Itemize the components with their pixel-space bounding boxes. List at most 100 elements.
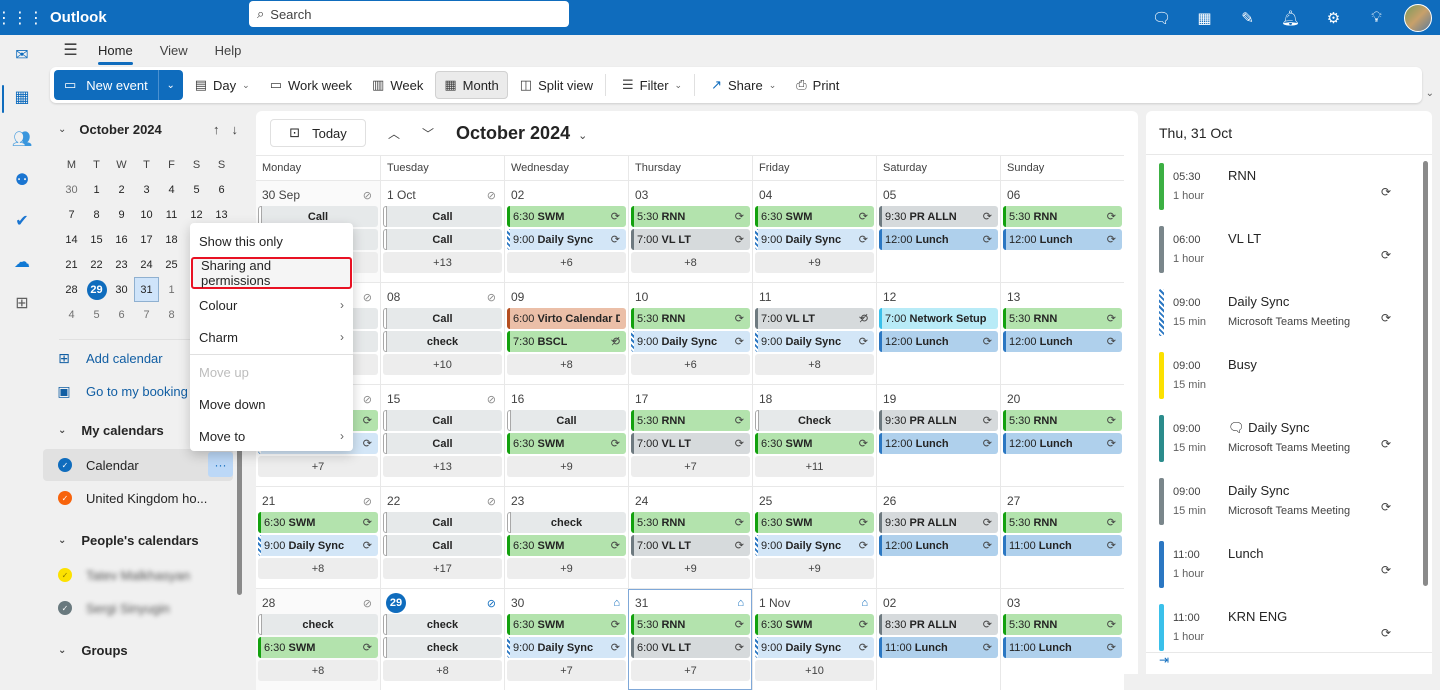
tab-help[interactable]: Help — [215, 39, 242, 62]
mini-calendar-day[interactable]: 23 — [109, 252, 134, 277]
more-events-button[interactable]: +11 — [755, 456, 874, 477]
agenda-item[interactable]: 06:00 1 hour VL LT ⟳ — [1159, 226, 1399, 273]
event-chip[interactable]: 6:30 SWM ⟳ — [755, 614, 874, 635]
my-calendars-group[interactable]: ⌄ My calendars — [58, 423, 164, 438]
event-chip[interactable]: 5:30 RNN ⟳ — [631, 206, 750, 227]
event-chip[interactable]: 6:30 SWM ⟳ — [755, 512, 874, 533]
mini-calendar-day[interactable]: 2 — [109, 177, 134, 202]
more-events-button[interactable]: +13 — [383, 252, 502, 273]
collapse-pane-icon[interactable]: ⇥ — [1159, 653, 1169, 667]
mini-calendar-day[interactable]: 31 — [134, 277, 159, 302]
mini-calendar-day[interactable]: 29 — [84, 277, 109, 302]
event-chip[interactable]: 12:00 Lunch ⟳ — [1003, 331, 1122, 352]
event-chip[interactable]: 5:30 RNN ⟳ — [1003, 206, 1122, 227]
calendar-item-calendar[interactable]: ✓ Calendar ··· — [43, 449, 233, 481]
agenda-scrollbar[interactable] — [1423, 161, 1428, 586]
event-chip[interactable]: Call — [383, 512, 502, 533]
event-chip[interactable]: 6:30 SWM ⟳ — [258, 512, 378, 533]
chevron-down-icon[interactable]: ⌄ — [58, 124, 66, 135]
more-events-button[interactable]: +6 — [507, 252, 626, 273]
event-chip[interactable]: 7:00 VL LT ⟲̸ — [755, 308, 874, 329]
event-chip[interactable]: 9:30 PR ALLN ⟳ — [879, 206, 998, 227]
mini-calendar-day[interactable]: 8 — [159, 302, 184, 327]
more-events-button[interactable]: +8 — [507, 354, 626, 375]
event-chip[interactable]: 12:00 Lunch ⟳ — [879, 331, 998, 352]
event-chip[interactable]: 9:00 Daily Sync ⟳ — [755, 229, 874, 250]
day-cell[interactable]: 02 8:30 PR ALLN ⟳ 11:00 Lunch ⟳ — [876, 589, 1000, 690]
event-chip[interactable]: 5:30 RNN ⟳ — [631, 614, 750, 635]
event-chip[interactable]: 7:30 BSCL ⟲̸ — [507, 331, 626, 352]
bookings-link[interactable]: ▣ Go to my booking — [56, 383, 188, 400]
event-chip[interactable]: 11:00 Lunch ⟳ — [1003, 535, 1122, 556]
onenote-icon[interactable]: ▦ — [1183, 0, 1226, 35]
event-chip[interactable]: 5:30 RNN ⟳ — [631, 410, 750, 431]
calendar-item-person[interactable]: ✓ Tatev Malkhasyan — [43, 559, 233, 591]
calendar-icon[interactable]: ▦ — [8, 83, 36, 111]
event-chip[interactable]: check — [383, 614, 502, 635]
calendar-item-person[interactable]: ✓ Sergi Sinyugin — [43, 592, 233, 624]
checkbox-checked-icon[interactable]: ✓ — [58, 491, 72, 505]
mini-calendar-day[interactable]: 15 — [84, 227, 109, 252]
event-chip[interactable]: Call — [383, 535, 502, 556]
mini-calendar-day[interactable]: 7 — [59, 202, 84, 227]
mini-calendar-day[interactable]: 18 — [159, 227, 184, 252]
event-chip[interactable]: check — [258, 614, 378, 635]
checkbox-checked-icon[interactable]: ✓ — [58, 601, 72, 615]
my-day-icon[interactable]: ✎ — [1226, 0, 1269, 35]
teams-chat-icon[interactable]: 🗨 — [1140, 0, 1183, 35]
day-cell[interactable]: 03 5:30 RNN ⟳ 7:00 VL LT ⟳ +8 — [628, 181, 752, 282]
event-chip[interactable]: 8:30 PR ALLN ⟳ — [879, 614, 998, 635]
event-chip[interactable]: Check — [755, 410, 874, 431]
mini-calendar-day[interactable]: 21 — [59, 252, 84, 277]
day-cell[interactable]: 08 ⊘ Call check +10 — [380, 283, 504, 384]
checkbox-checked-icon[interactable]: ✓ — [58, 458, 72, 472]
menu-item-charm[interactable]: Charm › — [191, 321, 352, 353]
groups-icon[interactable]: ⚉ — [8, 166, 36, 194]
agenda-item[interactable]: 05:30 1 hour RNN ⟳ — [1159, 163, 1399, 210]
more-events-button[interactable]: +8 — [755, 354, 874, 375]
day-cell[interactable]: 21 ⊘ 6:30 SWM ⟳ 9:00 Daily Sync ⟳ +8 — [256, 487, 380, 588]
more-events-button[interactable]: +7 — [631, 660, 750, 681]
day-cell[interactable]: 06 5:30 RNN ⟳ 12:00 Lunch ⟳ — [1000, 181, 1124, 282]
more-events-button[interactable]: +9 — [631, 558, 750, 579]
mini-calendar-day[interactable]: 17 — [134, 227, 159, 252]
hamburger-icon[interactable]: ☰ — [43, 40, 98, 60]
menu-item-sharing-and-permissions[interactable]: Sharing and permissions — [191, 257, 352, 289]
more-events-button[interactable]: +7 — [507, 660, 626, 681]
day-cell[interactable]: 26 9:30 PR ALLN ⟳ 12:00 Lunch ⟳ — [876, 487, 1000, 588]
month-button[interactable]: ▦ Month — [435, 71, 508, 99]
arrow-down-icon[interactable]: ↓ — [232, 122, 239, 137]
more-events-button[interactable]: +8 — [258, 660, 378, 681]
more-events-button[interactable]: +13 — [383, 456, 502, 477]
mini-calendar-day[interactable]: 28 — [59, 277, 84, 302]
day-cell[interactable]: 02 6:30 SWM ⟳ 9:00 Daily Sync ⟳ +6 — [504, 181, 628, 282]
day-cell[interactable]: 25 6:30 SWM ⟳ 9:00 Daily Sync ⟳ +9 — [752, 487, 876, 588]
day-cell[interactable]: 29 ⊘ check check +8 — [380, 589, 504, 690]
day-cell[interactable]: 15 ⊘ Call Call +13 — [380, 385, 504, 486]
mini-calendar-day[interactable]: 1 — [84, 177, 109, 202]
mini-calendar-day[interactable]: 24 — [134, 252, 159, 277]
event-chip[interactable]: 5:30 RNN ⟳ — [1003, 410, 1122, 431]
todo-icon[interactable]: ✔ — [8, 207, 36, 235]
tab-view[interactable]: View — [160, 39, 188, 62]
mini-calendar-day[interactable]: 3 — [134, 177, 159, 202]
event-chip[interactable]: 7:00 VL LT ⟳ — [631, 229, 750, 250]
event-chip[interactable]: Call — [383, 206, 502, 227]
mini-calendar-day[interactable]: 4 — [59, 302, 84, 327]
mini-calendar-day[interactable]: 9 — [109, 202, 134, 227]
mini-calendar-day[interactable]: 30 — [109, 277, 134, 302]
day-cell[interactable]: 13 5:30 RNN ⟳ 12:00 Lunch ⟳ — [1000, 283, 1124, 384]
event-chip[interactable]: 9:00 Daily Sync ⟳ — [631, 331, 750, 352]
agenda-item[interactable]: 11:00 1 hour KRN ENG ⟳ — [1159, 604, 1399, 651]
event-chip[interactable]: 6:30 SWM ⟳ — [755, 433, 874, 454]
ribbon-expand-icon[interactable]: ⌄ — [1426, 88, 1434, 99]
day-cell[interactable]: 27 5:30 RNN ⟳ 11:00 Lunch ⟳ — [1000, 487, 1124, 588]
day-cell[interactable]: 28 ⊘ check 6:30 SWM ⟳ +8 — [256, 589, 380, 690]
mini-calendar-day[interactable]: 5 — [184, 177, 209, 202]
event-chip[interactable]: 5:30 RNN ⟳ — [1003, 614, 1122, 635]
day-cell[interactable]: 24 5:30 RNN ⟳ 7:00 VL LT ⟳ +9 — [628, 487, 752, 588]
avatar[interactable] — [1404, 3, 1432, 32]
bell-icon[interactable]: 🔔︎ — [1269, 0, 1312, 35]
day-cell[interactable]: 22 ⊘ Call Call +17 — [380, 487, 504, 588]
event-chip[interactable]: Call — [383, 433, 502, 454]
